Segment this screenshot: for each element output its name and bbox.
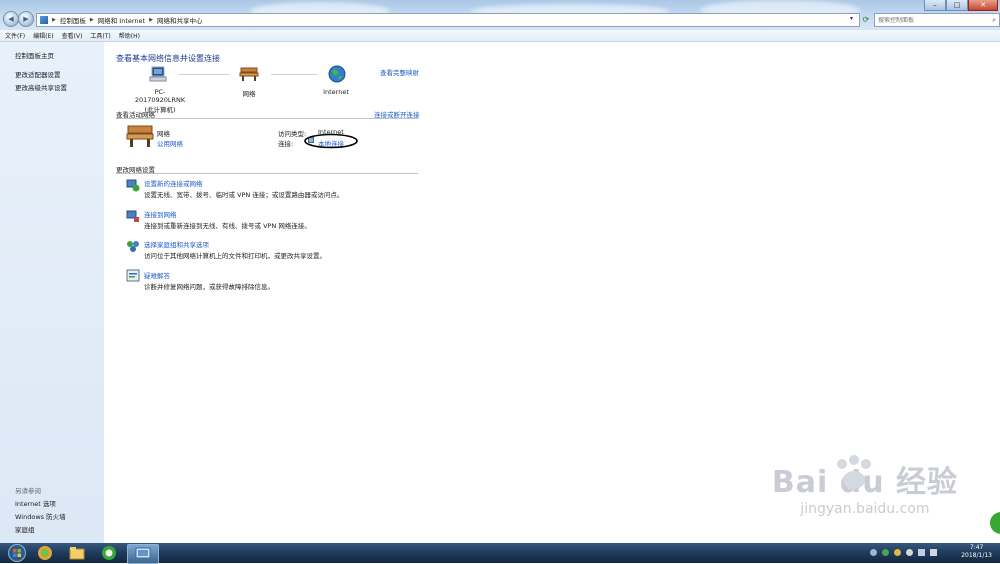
map-node-network[interactable]: 网络 <box>232 88 266 98</box>
menu-file[interactable]: 文件(F) <box>5 31 25 40</box>
back-arrow-icon: ◀ <box>8 15 14 23</box>
explorer-window: – □ ✕ ◀ ▶ ▶ 控制面板 ▶ 网络和 Internet ▶ 网络和共享中… <box>0 0 1000 543</box>
maximize-button[interactable]: □ <box>946 0 968 11</box>
start-button[interactable] <box>2 544 32 562</box>
windows-start-icon <box>8 544 26 562</box>
menu-tools[interactable]: 工具(T) <box>90 31 110 40</box>
taskbar-app-ie[interactable] <box>94 544 124 562</box>
ie-icon <box>102 546 116 560</box>
bench-network-icon <box>126 125 154 147</box>
network-center-icon <box>135 547 151 559</box>
menu-help[interactable]: 帮助(H) <box>119 31 140 40</box>
main-content: 查看基本网络信息并设置连接 查看完整映射 PC-20170920LRNK (此计… <box>104 42 1000 543</box>
breadcrumb-separator-icon: ▶ <box>89 17 94 23</box>
breadcrumb-separator-icon: ▶ <box>149 17 153 23</box>
network-type-link[interactable]: 公用网络 <box>157 138 183 148</box>
menu-view[interactable]: 查看(V) <box>62 31 83 40</box>
refresh-button[interactable]: ⟳ <box>860 13 872 25</box>
task-setup-connection-desc: 设置无线、宽带、拨号、临时或 VPN 连接；或设置路由器或访问点。 <box>144 191 344 199</box>
taskbar-app-control-panel[interactable] <box>127 544 159 564</box>
window-controls: – □ ✕ <box>924 0 998 11</box>
tray-icon[interactable] <box>894 549 901 556</box>
taskbar-app-explorer[interactable] <box>62 544 92 562</box>
task-setup-connection-link[interactable]: 设置新的连接或网络 <box>144 178 203 188</box>
tray-icon[interactable] <box>882 549 889 556</box>
active-network-name: 网络 <box>157 130 170 138</box>
refresh-icon: ⟳ <box>862 14 870 24</box>
clock-time: 7:47 <box>969 544 984 551</box>
see-also-heading: 另请参阅 <box>15 487 41 495</box>
section-divider <box>116 173 418 174</box>
folder-icon <box>69 547 85 560</box>
search-icon[interactable]: ⌕ <box>992 16 996 25</box>
page-title: 查看基本网络信息并设置连接 <box>116 54 220 63</box>
breadcrumb-item[interactable]: 网络和 Internet <box>98 15 145 25</box>
feedback-badge[interactable] <box>990 512 1000 534</box>
volume-tray-icon[interactable] <box>930 549 937 556</box>
task-troubleshoot-desc: 诊断并修复网络问题，或获得故障排除信息。 <box>144 283 274 291</box>
menu-edit[interactable]: 编辑(E) <box>33 31 53 40</box>
sidebar-link-adapter-settings[interactable]: 更改适配器设置 <box>15 69 61 79</box>
address-bar[interactable]: ▶ 控制面板 ▶ 网络和 Internet ▶ 网络和共享中心 ▾ <box>36 13 860 27</box>
homegroup-icon <box>127 241 139 252</box>
taskbar-app-browser[interactable] <box>30 544 60 562</box>
map-node-internet[interactable]: Internet <box>318 88 354 96</box>
task-homegroup-desc: 访问位于其他网络计算机上的文件和打印机，或更改共享设置。 <box>144 252 326 260</box>
taskbar: 7:47 2018/1/13 <box>0 543 1000 564</box>
system-tray <box>870 549 937 556</box>
search-input[interactable] <box>875 16 981 24</box>
section-divider <box>116 118 418 119</box>
task-homegroup-link[interactable]: 选择家庭组和共享选项 <box>144 239 209 249</box>
task-troubleshoot-link[interactable]: 疑难解答 <box>144 270 170 280</box>
map-node-label: PC-20170920LRNK <box>134 88 186 104</box>
close-button[interactable]: ✕ <box>968 0 998 11</box>
new-connection-icon <box>126 179 140 192</box>
breadcrumb-item[interactable]: 网络和共享中心 <box>157 15 203 25</box>
forward-button[interactable]: ▶ <box>18 11 34 27</box>
computer-icon <box>149 66 167 82</box>
paw-logo-icon <box>837 455 871 489</box>
sidebar: 控制面板主页 更改适配器设置 更改高级共享设置 另请参阅 Internet 选项… <box>0 42 104 543</box>
sidebar-link-advanced-sharing[interactable]: 更改高级共享设置 <box>15 82 67 92</box>
browser-icon <box>38 546 52 560</box>
search-box[interactable]: ⌕ <box>874 13 1000 27</box>
bench-network-icon <box>239 67 259 81</box>
sidebar-link-homegroup[interactable]: 家庭组 <box>15 524 35 534</box>
sidebar-link-control-panel-home[interactable]: 控制面板主页 <box>15 50 54 60</box>
breadcrumb-item[interactable]: 控制面板 <box>60 15 86 25</box>
task-connect-network-link[interactable]: 连接到网络 <box>144 209 177 219</box>
breadcrumb-separator-icon: ▶ <box>52 17 56 23</box>
view-full-map-link[interactable]: 查看完整映射 <box>380 67 419 77</box>
annotation-ellipse <box>304 133 358 149</box>
connection-label: 连接: <box>278 140 294 148</box>
sidebar-link-windows-firewall[interactable]: Windows 防火墙 <box>15 511 66 521</box>
sidebar-link-internet-options[interactable]: Internet 选项 <box>15 498 56 508</box>
network-tray-icon[interactable] <box>918 549 925 556</box>
minimize-button[interactable]: – <box>924 0 946 11</box>
connect-network-icon <box>126 210 139 222</box>
tray-icon[interactable] <box>906 549 913 556</box>
globe-icon <box>328 65 346 83</box>
task-connect-network-desc: 连接到或重新连接到无线、有线、拨号或 VPN 网络连接。 <box>144 222 311 230</box>
control-panel-icon <box>40 16 48 24</box>
forward-arrow-icon: ▶ <box>23 15 29 23</box>
watermark-url: jingyan.baidu.com <box>800 501 930 517</box>
map-connector-line <box>179 74 229 75</box>
map-connector-line <box>271 74 317 75</box>
troubleshoot-icon <box>126 269 140 282</box>
taskbar-clock[interactable]: 7:47 2018/1/13 <box>961 544 992 560</box>
access-type-label: 访问类型: <box>278 130 307 138</box>
tray-icon[interactable] <box>870 549 877 556</box>
clock-date: 2018/1/13 <box>961 552 992 559</box>
menu-bar: 文件(F) 编辑(E) 查看(V) 工具(T) 帮助(H) <box>0 30 1000 42</box>
back-button[interactable]: ◀ <box>3 11 19 27</box>
address-dropdown-icon[interactable]: ▾ <box>850 15 853 22</box>
